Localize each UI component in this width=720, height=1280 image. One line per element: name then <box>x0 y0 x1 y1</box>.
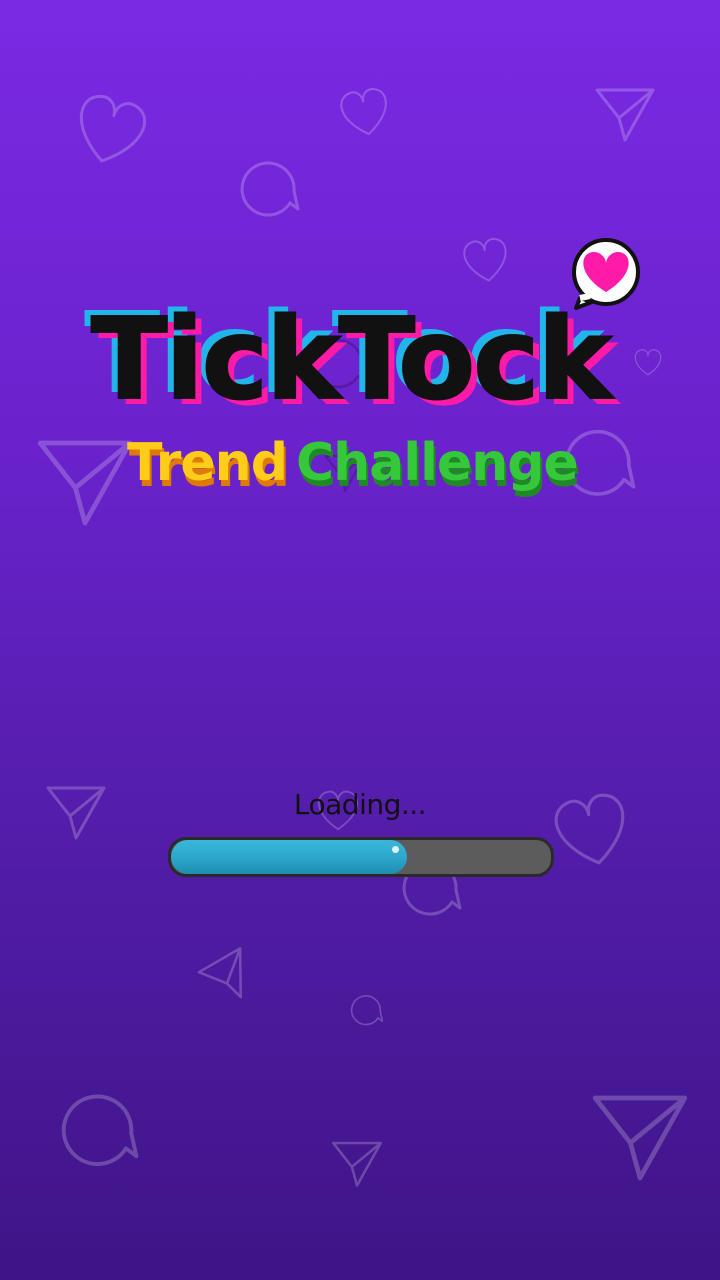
background-paper-plane-icon <box>331 1141 383 1187</box>
background-chat-bubble-icon <box>61 1094 139 1166</box>
subtitle-challenge: Challenge <box>296 433 578 493</box>
background-paper-plane-icon <box>592 1095 688 1181</box>
logo-subtitle: Trend Trend Challenge Challenge <box>127 433 581 499</box>
game-logo: TickTock TickTock TickTock Trend Trend C… <box>84 238 640 499</box>
logo-title-main: TickTock <box>91 295 615 425</box>
background-chat-bubble-icon <box>350 995 384 1026</box>
background-paper-plane-icon <box>197 947 243 999</box>
logo-title: TickTock TickTock TickTock <box>84 289 624 431</box>
loading-progress-bar <box>168 837 554 877</box>
subtitle-trend: Trend <box>127 433 287 493</box>
loading-progress-fill <box>171 840 407 874</box>
loading-label: Loading... <box>293 788 427 821</box>
heart-bubble-icon <box>572 238 640 310</box>
